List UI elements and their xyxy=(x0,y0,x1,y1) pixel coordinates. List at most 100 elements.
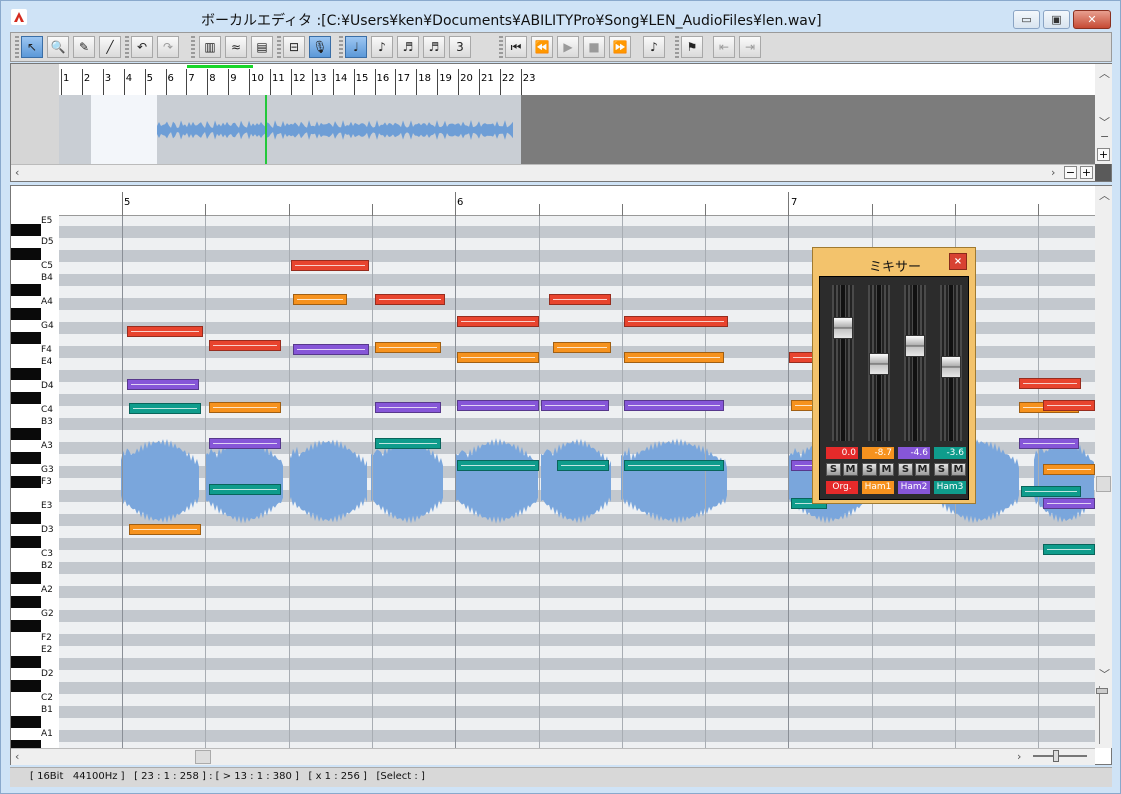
piano-black-key[interactable] xyxy=(11,224,41,236)
mute-button[interactable]: M xyxy=(915,463,930,476)
vocal-note[interactable] xyxy=(293,294,347,305)
note-32nd-button[interactable]: ♬ xyxy=(423,36,445,58)
loop-range-bar[interactable] xyxy=(187,65,253,68)
piano-black-key[interactable] xyxy=(11,308,41,320)
vocal-note[interactable] xyxy=(457,400,539,411)
mixer-close-button[interactable]: × xyxy=(949,253,967,270)
maximize-button[interactable]: ▣ xyxy=(1043,10,1070,29)
vocal-note[interactable] xyxy=(553,342,611,353)
vocal-note[interactable] xyxy=(1019,438,1079,449)
scroll-right-icon[interactable]: › xyxy=(1051,166,1055,179)
overview-visible-range[interactable] xyxy=(91,95,157,164)
solo-button[interactable]: S xyxy=(898,463,913,476)
scroll-right-icon[interactable]: › xyxy=(1017,750,1021,763)
vocal-note[interactable] xyxy=(624,400,724,411)
fader-knob-ham1[interactable] xyxy=(869,353,889,375)
scrollbar-thumb[interactable] xyxy=(1096,476,1111,492)
view-2-button[interactable]: ≈ xyxy=(225,36,247,58)
marker-prev-button[interactable]: ⇤ xyxy=(713,36,735,58)
view-3-button[interactable]: ▤ xyxy=(251,36,273,58)
note-eighth-button[interactable]: ♪ xyxy=(371,36,393,58)
scroll-left-icon[interactable]: ‹ xyxy=(15,750,19,763)
minimize-button[interactable]: ▭ xyxy=(1013,10,1040,29)
line-tool-button[interactable]: ╱ xyxy=(99,36,121,58)
vocal-note[interactable] xyxy=(624,352,724,363)
vocal-note[interactable] xyxy=(209,438,281,449)
zoom-tool-button[interactable]: 🔍 xyxy=(47,36,69,58)
scroll-down-icon[interactable]: ﹀ xyxy=(1099,114,1110,130)
piano-black-key[interactable] xyxy=(11,428,41,440)
vocal-note[interactable] xyxy=(1043,498,1095,509)
stop-button[interactable]: ■ xyxy=(583,36,605,58)
mute-button[interactable]: M xyxy=(843,463,858,476)
fast-forward-button[interactable]: ⏩ xyxy=(609,36,631,58)
vocal-note[interactable] xyxy=(375,402,441,413)
note-16th-button[interactable]: ♬ xyxy=(397,36,419,58)
vocal-note[interactable] xyxy=(375,438,441,449)
fader-track[interactable] xyxy=(868,285,890,441)
close-button[interactable]: ✕ xyxy=(1073,10,1111,29)
vocal-note[interactable] xyxy=(1043,464,1095,475)
vertical-zoom-slider[interactable] xyxy=(1096,686,1109,744)
vocal-note[interactable] xyxy=(624,316,728,327)
zoom-in-v-button[interactable]: + xyxy=(1097,148,1110,161)
tool-a-button[interactable]: ⊟ xyxy=(283,36,305,58)
vocal-note[interactable] xyxy=(209,340,281,351)
vocal-note[interactable] xyxy=(624,460,724,471)
fader-knob-ham3[interactable] xyxy=(941,356,961,378)
select-tool-button[interactable]: ↖ xyxy=(21,36,43,58)
editor-horizontal-scrollbar[interactable]: ‹ › xyxy=(11,748,1095,765)
scroll-left-icon[interactable]: ‹ xyxy=(15,166,19,179)
rewind-button[interactable]: ⏪ xyxy=(531,36,553,58)
mute-button[interactable]: M xyxy=(951,463,966,476)
vocal-note[interactable] xyxy=(457,316,539,327)
vocal-note[interactable] xyxy=(129,524,201,535)
metronome-button[interactable]: ♪ xyxy=(643,36,665,58)
overview-ruler[interactable]: 1 2 3 4 5 6 7 8 9 10 11 12 13 14 15 16 17 18 19 20 21 22 23 xyxy=(59,64,1095,95)
vocal-note[interactable] xyxy=(375,294,445,305)
vocal-note[interactable] xyxy=(549,294,611,305)
piano-black-key[interactable] xyxy=(11,452,41,464)
piano-keyboard[interactable]: E5 D5 C5 B4 A4 G4 F4 E4 D4 C4 B3 A3 G3 F3 E3 D3 C3 B2 A2 G2… xyxy=(11,216,59,748)
piano-black-key[interactable] xyxy=(11,332,41,344)
vocal-note[interactable] xyxy=(1043,544,1095,555)
piano-black-key[interactable] xyxy=(11,512,41,524)
piano-black-key[interactable] xyxy=(11,716,41,728)
piano-black-key[interactable] xyxy=(11,596,41,608)
piano-black-key[interactable] xyxy=(11,656,41,668)
scroll-up-icon[interactable]: ︿ xyxy=(1099,65,1110,81)
vocal-note[interactable] xyxy=(1043,400,1095,411)
solo-button[interactable]: S xyxy=(862,463,877,476)
solo-button[interactable]: S xyxy=(934,463,949,476)
mute-button[interactable]: M xyxy=(879,463,894,476)
undo-button[interactable]: ↶ xyxy=(131,36,153,58)
view-1-button[interactable]: ▥ xyxy=(199,36,221,58)
vocal-note[interactable] xyxy=(557,460,609,471)
marker-next-button[interactable]: ⇥ xyxy=(739,36,761,58)
vocal-note[interactable] xyxy=(129,403,201,414)
piano-black-key[interactable] xyxy=(11,620,41,632)
fader-track[interactable] xyxy=(940,285,962,441)
vocal-note[interactable] xyxy=(209,402,281,413)
piano-black-key[interactable] xyxy=(11,392,41,404)
editor-vertical-scrollbar[interactable]: ︿ ﹀ xyxy=(1095,186,1112,748)
to-start-button[interactable]: ⏮ xyxy=(505,36,527,58)
vocal-note[interactable] xyxy=(375,342,441,353)
vocal-note[interactable] xyxy=(209,484,281,495)
editor-ruler[interactable]: 5 6 7 xyxy=(59,186,1095,216)
fader-knob-ham2[interactable] xyxy=(905,335,925,357)
piano-black-key[interactable] xyxy=(11,680,41,692)
mic-tool-button[interactable]: 🎙 xyxy=(309,36,331,58)
fader-knob-org[interactable] xyxy=(833,317,853,339)
note-quarter-button[interactable]: ♩ xyxy=(345,36,367,58)
pencil-tool-button[interactable]: ✎ xyxy=(73,36,95,58)
horizontal-zoom-slider[interactable] xyxy=(1031,749,1091,763)
piano-black-key[interactable] xyxy=(11,476,41,488)
piano-black-key[interactable] xyxy=(11,572,41,584)
vocal-note[interactable] xyxy=(1021,486,1081,497)
vocal-note[interactable] xyxy=(291,260,369,271)
triplet-button[interactable]: 3 xyxy=(449,36,471,58)
piano-black-key[interactable] xyxy=(11,284,41,296)
piano-black-key[interactable] xyxy=(11,740,41,748)
scrollbar-thumb[interactable] xyxy=(195,750,211,764)
